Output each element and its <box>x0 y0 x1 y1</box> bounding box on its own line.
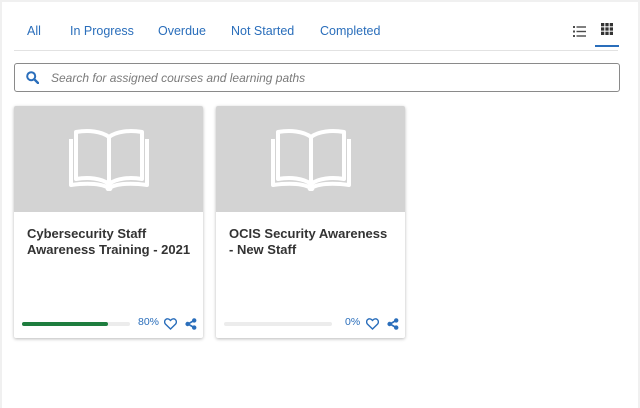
favorite-button[interactable] <box>365 317 379 331</box>
share-button[interactable] <box>184 317 198 331</box>
list-view-button[interactable] <box>567 20 591 42</box>
tab-completed[interactable]: Completed <box>320 24 380 38</box>
share-icon <box>387 318 399 330</box>
tab-all[interactable]: All <box>27 24 41 38</box>
tab-in-progress[interactable]: In Progress <box>70 24 134 38</box>
share-icon <box>185 318 197 330</box>
progress-percent: 80% <box>138 316 160 328</box>
heart-icon <box>163 318 177 330</box>
progress-percent: 0% <box>345 316 361 328</box>
share-button[interactable] <box>386 317 400 331</box>
course-thumbnail <box>216 106 405 212</box>
course-card[interactable]: Cybersecurity Staff Awareness Training -… <box>14 106 203 338</box>
grid-view-button[interactable] <box>595 19 619 47</box>
search-input[interactable] <box>49 64 619 91</box>
course-card[interactable]: OCIS Security Awareness - New Staff 0% <box>216 106 405 338</box>
grid-icon <box>601 23 613 35</box>
learning-panel: All In Progress Overdue Not Started Comp… <box>2 2 638 408</box>
book-icon <box>68 129 149 191</box>
list-icon <box>572 25 586 37</box>
tab-not-started[interactable]: Not Started <box>231 24 294 38</box>
filter-tabs: All In Progress Overdue Not Started Comp… <box>14 2 619 51</box>
search-icon <box>15 71 49 84</box>
favorite-button[interactable] <box>163 317 177 331</box>
heart-icon <box>365 318 379 330</box>
search-box <box>14 63 620 92</box>
course-thumbnail <box>14 106 203 212</box>
course-title[interactable]: OCIS Security Awareness - New Staff <box>229 226 395 258</box>
course-title[interactable]: Cybersecurity Staff Awareness Training -… <box>27 226 193 258</box>
progress-bar <box>22 322 130 326</box>
tab-overdue[interactable]: Overdue <box>158 24 206 38</box>
progress-fill <box>22 322 109 326</box>
book-icon <box>270 129 351 191</box>
progress-bar <box>224 322 332 326</box>
